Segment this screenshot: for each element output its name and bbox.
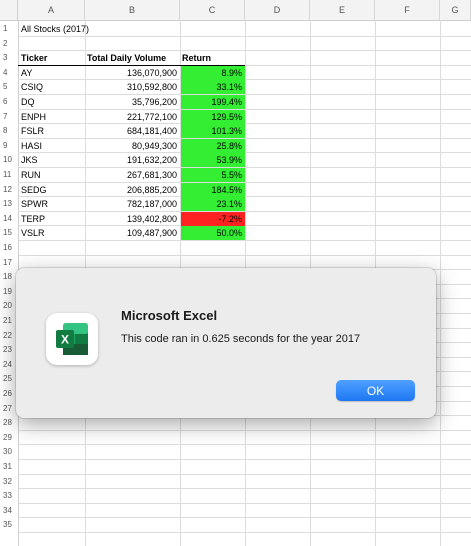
row-header-14[interactable]: 14 [0, 211, 18, 226]
return-cell[interactable]: 53.9% [181, 153, 245, 168]
column-header-c[interactable]: C [180, 0, 245, 20]
ticker-cell[interactable]: TERP [21, 212, 85, 226]
sheet-title-cell[interactable]: All Stocks (2017) [21, 22, 180, 36]
grid-row-line [18, 459, 471, 460]
ticker-cell[interactable]: ENPH [21, 110, 85, 124]
row-header-1[interactable]: 1 [0, 22, 18, 36]
return-cell[interactable]: 23.1% [181, 197, 245, 212]
return-cell[interactable]: 5.5% [181, 168, 245, 182]
ok-button[interactable]: OK [336, 380, 415, 401]
grid-row-line [18, 254, 471, 256]
grid-row-line [18, 444, 471, 446]
ticker-cell[interactable]: RUN [21, 168, 85, 182]
ticker-cell[interactable]: SPWR [21, 197, 85, 211]
volume-cell[interactable]: 206,885,200 [85, 183, 180, 197]
ticker-cell[interactable]: FSLR [21, 124, 85, 138]
ticker-cell[interactable]: AY [21, 66, 85, 80]
ticker-cell[interactable]: HASI [21, 139, 85, 153]
volume-cell[interactable]: 267,681,300 [85, 168, 180, 182]
excel-letter: X [61, 333, 69, 347]
volume-cell[interactable]: 136,070,900 [85, 66, 180, 80]
row-header-35[interactable]: 35 [0, 518, 18, 533]
column-header-bar: ABCDEFG [0, 0, 471, 21]
grid-row-line [18, 429, 471, 431]
volume-cell[interactable]: 35,796,200 [85, 95, 180, 109]
row-header-2[interactable]: 2 [0, 36, 18, 51]
row-header-11[interactable]: 11 [0, 168, 18, 182]
row-header-34[interactable]: 34 [0, 503, 18, 518]
column-header-g[interactable]: G [440, 0, 471, 20]
volume-cell[interactable]: 191,632,200 [85, 153, 180, 167]
return-cell[interactable]: 33.1% [181, 80, 245, 95]
return-cell[interactable]: -7.2% [181, 211, 245, 226]
row-header-31[interactable]: 31 [0, 460, 18, 474]
return-cell[interactable]: 8.9% [181, 65, 245, 80]
column-header-f[interactable]: F [375, 0, 440, 20]
return-cell[interactable]: 50.0% [181, 226, 245, 241]
return-cell[interactable]: 199.4% [181, 95, 245, 109]
column-header-b[interactable]: B [85, 0, 180, 20]
dialog-title: Microsoft Excel [121, 308, 218, 323]
dialog-message: This code ran in 0.625 seconds for the y… [121, 333, 361, 345]
volume-cell[interactable]: 782,187,000 [85, 197, 180, 211]
row-header-6[interactable]: 6 [0, 95, 18, 109]
header-return-cell[interactable]: Return [182, 51, 244, 65]
ticker-cell[interactable]: JKS [21, 153, 85, 167]
grid-row-line [18, 502, 471, 504]
grid-row-line [18, 473, 471, 475]
row-header-9[interactable]: 9 [0, 138, 18, 153]
row-header-32[interactable]: 32 [0, 474, 18, 489]
row-header-12[interactable]: 12 [0, 182, 18, 197]
grid-row-line [18, 517, 471, 519]
select-all-corner[interactable] [0, 0, 18, 20]
row-header-13[interactable]: 13 [0, 197, 18, 212]
return-cell[interactable]: 101.3% [181, 124, 245, 139]
row-header-28[interactable]: 28 [0, 416, 18, 431]
return-cell[interactable]: 129.5% [181, 109, 245, 124]
row-header-4[interactable]: 4 [0, 65, 18, 80]
ticker-cell[interactable]: VSLR [21, 226, 85, 240]
row-header-33[interactable]: 33 [0, 489, 18, 504]
header-volume-cell[interactable]: Total Daily Volume [87, 51, 179, 65]
row-header-17[interactable]: 17 [0, 255, 18, 270]
column-header-d[interactable]: D [245, 0, 310, 20]
row-header-3[interactable]: 3 [0, 51, 18, 66]
excel-app-icon: X [46, 313, 98, 365]
grid-row-line [18, 488, 471, 490]
return-cell[interactable]: 25.8% [181, 138, 245, 153]
ticker-cell[interactable]: DQ [21, 95, 85, 109]
volume-cell[interactable]: 221,772,100 [85, 110, 180, 124]
header-ticker-cell[interactable]: Ticker [21, 51, 85, 65]
volume-cell[interactable]: 80,949,300 [85, 139, 180, 153]
excel-logo-icon: X [56, 323, 88, 355]
row-header-5[interactable]: 5 [0, 80, 18, 95]
volume-cell[interactable]: 310,592,800 [85, 80, 180, 94]
return-cell[interactable]: 184.5% [181, 182, 245, 197]
column-header-e[interactable]: E [310, 0, 375, 20]
grid-row-line [18, 532, 471, 533]
row-header-30[interactable]: 30 [0, 445, 18, 460]
volume-cell[interactable]: 109,487,900 [85, 226, 180, 240]
ticker-cell[interactable]: SEDG [21, 183, 85, 197]
row-header-10[interactable]: 10 [0, 153, 18, 168]
row-header-16[interactable]: 16 [0, 241, 18, 255]
row-header-15[interactable]: 15 [0, 226, 18, 241]
volume-cell[interactable]: 684,181,400 [85, 124, 180, 138]
alert-dialog: X Microsoft Excel This code ran in 0.625… [16, 268, 436, 418]
column-header-a[interactable]: A [18, 0, 85, 20]
volume-cell[interactable]: 139,402,800 [85, 212, 180, 226]
grid-row-line [18, 50, 471, 52]
row-header-8[interactable]: 8 [0, 124, 18, 139]
row-header-29[interactable]: 29 [0, 430, 18, 445]
row-header-7[interactable]: 7 [0, 109, 18, 124]
ticker-cell[interactable]: CSIQ [21, 80, 85, 94]
